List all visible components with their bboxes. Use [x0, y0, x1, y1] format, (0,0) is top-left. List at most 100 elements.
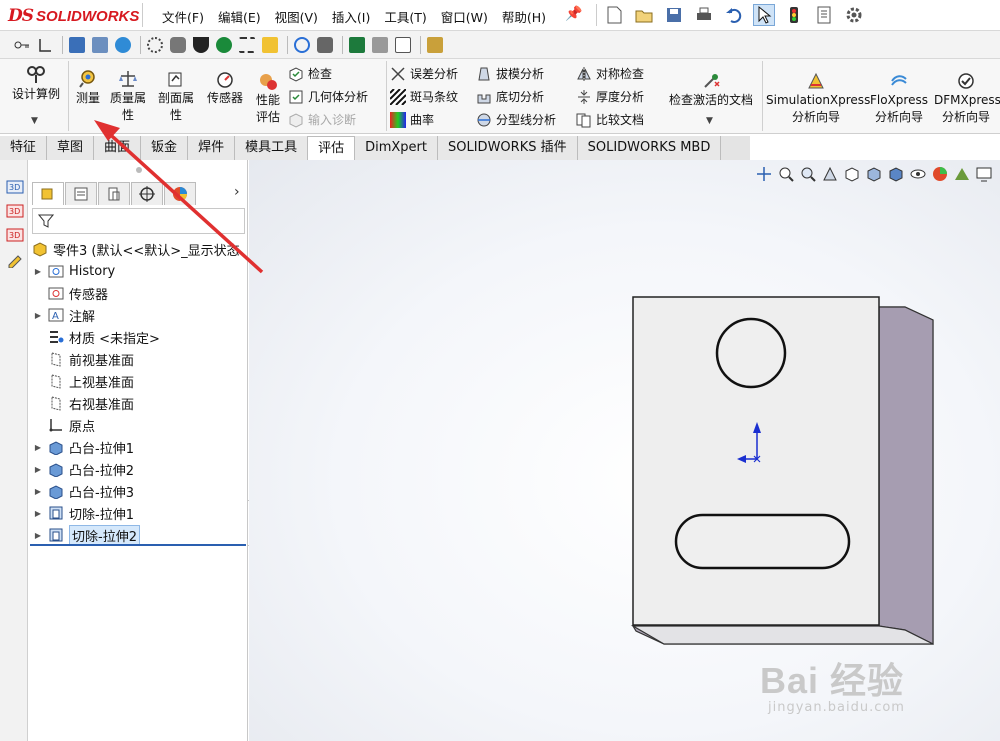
- dimxpert-manager-tab-icon[interactable]: [131, 182, 163, 205]
- panel-grip[interactable]: [136, 167, 142, 173]
- menu-edit[interactable]: 编辑(E): [218, 7, 261, 26]
- expand-arrow-icon[interactable]: ▶: [32, 487, 44, 496]
- thickness-analysis-button[interactable]: 厚度分析: [576, 88, 644, 105]
- printer-icon[interactable]: [372, 36, 388, 53]
- curvature-button[interactable]: 曲率: [390, 111, 434, 128]
- tab-mold-tools[interactable]: 模具工具: [235, 136, 309, 160]
- report-icon[interactable]: [427, 36, 443, 53]
- menu-tools[interactable]: 工具(T): [384, 7, 426, 26]
- tab-dimxpert[interactable]: DimXpert: [355, 136, 438, 160]
- marker-icon[interactable]: [216, 36, 232, 53]
- menu-help[interactable]: 帮助(H): [502, 7, 546, 26]
- open-folder-icon[interactable]: [633, 4, 655, 26]
- tab-evaluate[interactable]: 评估: [308, 136, 356, 160]
- 3d-pdf-export-icon[interactable]: 3D: [6, 226, 24, 244]
- expand-arrow-icon[interactable]: ▶: [32, 443, 44, 452]
- tree-item-boss-extrude3[interactable]: ▶ 凸台-拉伸3: [32, 480, 134, 502]
- mass-properties-button[interactable]: 质量属 性: [106, 69, 150, 124]
- network-icon[interactable]: [92, 36, 108, 53]
- expand-arrow-icon[interactable]: ▶: [32, 267, 44, 276]
- tab-solidworks-addins[interactable]: SOLIDWORKS 插件: [438, 136, 578, 160]
- binoculars-icon[interactable]: [317, 36, 333, 53]
- tab-sketch[interactable]: 草图: [47, 136, 95, 160]
- tab-solidworks-mbd[interactable]: SOLIDWORKS MBD: [577, 136, 722, 160]
- configuration-manager-tab-icon[interactable]: [98, 182, 130, 205]
- dropdown-arrow-icon[interactable]: ▼: [31, 116, 38, 126]
- display-manager-tab-icon[interactable]: [164, 182, 196, 205]
- cluster-icon[interactable]: [170, 36, 186, 53]
- print-icon[interactable]: [693, 4, 715, 26]
- page-export-icon[interactable]: [395, 36, 411, 53]
- search-magnifier-icon[interactable]: [294, 36, 310, 53]
- menu-file[interactable]: 文件(F): [162, 7, 204, 26]
- feature-tree-tab-icon[interactable]: [32, 182, 64, 205]
- expand-arrow-icon[interactable]: ▶: [32, 311, 44, 320]
- tree-item-sensors[interactable]: 传感器: [32, 282, 108, 304]
- undercut-analysis-button[interactable]: 底切分析: [476, 88, 544, 105]
- tree-root-part[interactable]: 零件3 (默认<<默认>_显示状态: [32, 238, 240, 260]
- excel-icon[interactable]: [349, 36, 365, 53]
- select-pointer-icon[interactable]: [753, 4, 775, 26]
- tree-item-boss-extrude2[interactable]: ▶ 凸台-拉伸2: [32, 458, 134, 480]
- globe-icon[interactable]: [115, 36, 131, 53]
- measure-button[interactable]: 测量: [70, 69, 106, 107]
- compare-documents-button[interactable]: 比较文档: [576, 111, 644, 128]
- symmetry-check-button[interactable]: 对称检查: [576, 65, 644, 82]
- spring-icon[interactable]: [239, 36, 255, 53]
- expand-arrow-icon[interactable]: ▶: [32, 509, 44, 518]
- expand-arrow-icon[interactable]: ▶: [32, 465, 44, 474]
- file-properties-icon[interactable]: [813, 4, 835, 26]
- tab-features[interactable]: 特征: [0, 136, 48, 160]
- parting-line-analysis-button[interactable]: 分型线分析: [476, 111, 556, 128]
- menu-insert[interactable]: 插入(I): [332, 7, 370, 26]
- performance-evaluation-button[interactable]: 性能 评估: [252, 71, 284, 126]
- 3d-pdf-icon[interactable]: 3D: [6, 202, 24, 220]
- import-diagnostics-button[interactable]: 输入诊断: [288, 111, 356, 128]
- new-document-icon[interactable]: [603, 4, 625, 26]
- tree-item-front-plane[interactable]: 前视基准面: [32, 348, 134, 370]
- property-manager-tab-icon[interactable]: [65, 182, 97, 205]
- tree-item-top-plane[interactable]: 上视基准面: [32, 370, 134, 392]
- tree-item-right-plane[interactable]: 右视基准面: [32, 392, 134, 414]
- menu-view[interactable]: 视图(V): [275, 7, 318, 26]
- tab-sheet-metal[interactable]: 钣金: [141, 136, 189, 160]
- tree-item-material[interactable]: 材质 <未指定>: [32, 326, 160, 348]
- check-active-document-button[interactable]: 检查激活的文档: [662, 71, 760, 109]
- gear-icon[interactable]: [147, 36, 163, 53]
- tree-item-history[interactable]: ▶ History: [32, 260, 115, 282]
- menu-window[interactable]: 窗口(W): [441, 7, 488, 26]
- tree-item-cut-extrude2[interactable]: ▶ 切除-拉伸2: [32, 524, 140, 546]
- tree-item-annotations[interactable]: ▶ A 注解: [32, 304, 95, 326]
- section-properties-button[interactable]: 剖面属 性: [154, 69, 198, 124]
- rollback-bar[interactable]: [30, 544, 246, 546]
- cross-icon[interactable]: [262, 36, 278, 53]
- solidworks-logo[interactable]: DS SOLIDWORKS: [8, 5, 139, 27]
- tree-item-boss-extrude1[interactable]: ▶ 凸台-拉伸1: [32, 436, 134, 458]
- tab-weldments[interactable]: 焊件: [188, 136, 236, 160]
- markup-pen-icon[interactable]: [6, 250, 24, 269]
- floxpress-button[interactable]: FloXpress 分析向导: [868, 71, 930, 126]
- tree-item-cut-extrude1[interactable]: ▶ 切除-拉伸1: [32, 502, 134, 524]
- design-study-button[interactable]: 设计算例: [8, 65, 64, 103]
- dfmxpress-button[interactable]: DFMXpress 分析向导: [934, 71, 1000, 126]
- sensor-button[interactable]: 传感器: [202, 69, 248, 107]
- key-icon[interactable]: [14, 37, 30, 53]
- options-gear-icon[interactable]: [843, 4, 865, 26]
- simulationxpress-button[interactable]: SimulationXpress 分析向导: [766, 71, 870, 126]
- zebra-stripes-button[interactable]: 斑马条纹: [389, 87, 458, 106]
- tab-surfaces[interactable]: 曲面: [94, 136, 142, 160]
- deviation-analysis-button[interactable]: 误差分析: [390, 65, 458, 82]
- tree-item-origin[interactable]: 原点: [32, 414, 95, 436]
- bowl-icon[interactable]: [193, 36, 209, 53]
- pin-icon[interactable]: 📌: [565, 6, 582, 22]
- chevron-right-icon[interactable]: ›: [234, 184, 240, 200]
- 3d-view-icon[interactable]: 3D: [6, 178, 24, 196]
- check-button[interactable]: 检查: [288, 65, 332, 82]
- dropdown-arrow-icon[interactable]: ▼: [706, 116, 713, 126]
- rebuild-traffic-light-icon[interactable]: [783, 4, 805, 26]
- save-icon[interactable]: [663, 4, 685, 26]
- angle-icon[interactable]: [37, 37, 53, 53]
- undo-icon[interactable]: [723, 4, 745, 26]
- tree-filter-box[interactable]: [32, 208, 245, 234]
- draft-analysis-button[interactable]: 拔模分析: [476, 65, 544, 82]
